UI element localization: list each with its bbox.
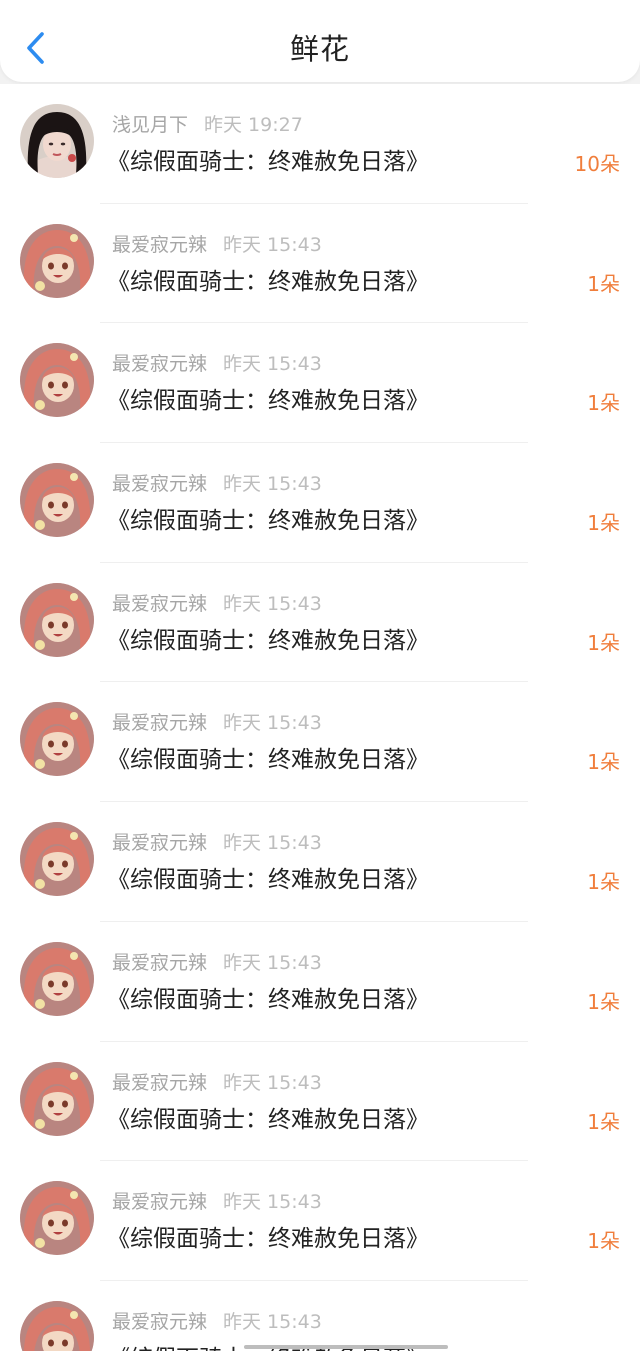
avatar[interactable] [20,104,94,178]
flower-count: 1朵 [587,870,620,895]
username[interactable]: 最爱寂元辣 [112,593,207,615]
list-item[interactable]: 最爱寂元辣昨天 15:43 《综假面骑士：终难赦免日落》 1朵 [0,1161,640,1281]
home-indicator[interactable] [244,1345,448,1349]
item-meta: 最爱寂元辣 昨天 15:43 [112,828,322,855]
username[interactable]: 最爱寂元辣 [112,1191,207,1213]
book-title[interactable]: 《综假面骑士：终难赦免日落》 [107,262,429,296]
timestamp: 昨天 15:43 [223,951,322,974]
item-meta: 最爱寂元辣 昨天 15:43 [112,589,322,616]
list-item[interactable]: 最爱寂元辣昨天 15:43 《综假面骑士：终难赦免日落》 1朵 [0,1281,640,1351]
item-meta: 浅见月下 昨天 19:27 [112,110,303,137]
book-title[interactable]: 《综假面骑士：终难赦免日落》 [107,860,429,894]
book-title[interactable]: 《综假面骑士：终难赦免日落》 [107,381,429,415]
book-title[interactable]: 《综假面骑士：终难赦免日落》 [107,740,429,774]
timestamp: 昨天 15:43 [223,832,322,855]
timestamp: 昨天 15:43 [223,473,322,496]
item-meta: 最爱寂元辣 昨天 15:43 [112,349,322,376]
list-item[interactable]: 浅见月下 昨天 19:27 《综假面骑士：终难赦免日落》 10朵 [0,84,640,204]
item-meta: 最爱寂元辣 昨天 15:43 [112,1307,322,1334]
avatar[interactable] [20,1300,94,1351]
flower-count: 1朵 [587,1229,620,1254]
flower-count: 1朵 [587,271,620,296]
list-item[interactable]: 最爱寂元辣昨天 15:43 《综假面骑士：终难赦免日落》 1朵 [0,922,640,1042]
timestamp: 昨天 15:43 [223,592,322,615]
flower-count: 1朵 [587,989,620,1014]
flower-count: 1朵 [587,630,620,655]
avatar[interactable] [20,941,94,1016]
list-item[interactable]: 最爱寂元辣昨天 15:43 《综假面骑士：终难赦免日落》 1朵 [0,443,640,563]
avatar[interactable] [20,702,94,777]
item-meta: 最爱寂元辣 昨天 15:43 [112,230,322,257]
portrait-avatar [20,104,94,178]
avatar[interactable] [20,1061,94,1136]
item-meta: 最爱寂元辣 昨天 15:43 [112,1187,322,1214]
anime-avatar [20,582,94,657]
username[interactable]: 最爱寂元辣 [112,712,207,734]
book-title[interactable]: 《综假面骑士：终难赦免日落》 [107,1100,429,1134]
anime-avatar [20,702,94,777]
anime-avatar [20,343,94,418]
list-item[interactable]: 最爱寂元辣昨天 15:43 《综假面骑士：终难赦免日落》 1朵 [0,204,640,324]
username[interactable]: 最爱寂元辣 [112,1072,207,1094]
timestamp: 昨天 15:43 [223,233,322,256]
username[interactable]: 最爱寂元辣 [112,1311,207,1333]
list-item[interactable]: 最爱寂元辣昨天 15:43 《综假面骑士：终难赦免日落》 1朵 [0,563,640,683]
anime-avatar [20,1181,94,1256]
list-item[interactable]: 最爱寂元辣昨天 15:43 《综假面骑士：终难赦免日落》 1朵 [0,1042,640,1162]
header-bar: 鲜花 [0,0,640,82]
avatar[interactable] [20,463,94,538]
book-title[interactable]: 《综假面骑士：终难赦免日落》 [107,621,429,655]
username[interactable]: 浅见月下 [112,114,188,136]
timestamp: 昨天 19:27 [204,114,303,136]
flower-list: 浅见月下 昨天 19:27 《综假面骑士：终难赦免日落》 10朵 最爱寂元辣 昨天 … [0,84,640,1351]
flower-count: 1朵 [587,750,620,775]
timestamp: 昨天 15:43 [223,353,322,376]
timestamp: 昨天 15:43 [223,712,322,735]
item-meta: 最爱寂元辣 昨天 15:43 [112,708,322,735]
item-meta: 最爱寂元辣 昨天 15:43 [112,469,322,496]
flower-count: 1朵 [587,391,620,416]
username[interactable]: 最爱寂元辣 [112,952,207,974]
avatar[interactable] [20,343,94,418]
username[interactable]: 最爱寂元辣 [112,832,207,854]
anime-avatar [20,941,94,1016]
book-title[interactable]: 《综假面骑士：终难赦免日落》 [107,1219,429,1253]
anime-avatar [20,822,94,897]
item-meta: 最爱寂元辣 昨天 15:43 [112,948,322,975]
username[interactable]: 最爱寂元辣 [112,473,207,495]
flower-count: 10朵 [574,152,620,176]
page-title: 鲜花 [289,32,350,66]
book-title[interactable]: 《综假面骑士：终难赦免日落》 [107,501,429,535]
list-item[interactable]: 最爱寂元辣昨天 15:43 《综假面骑士：终难赦免日落》 1朵 [0,802,640,922]
timestamp: 昨天 15:43 [223,1310,322,1333]
flower-count: 1朵 [587,511,620,536]
book-title[interactable]: 《综假面骑士：终难赦免日落》 [107,980,429,1014]
anime-avatar [20,1300,94,1351]
username[interactable]: 最爱寂元辣 [112,353,207,375]
flower-count: 1朵 [587,1109,620,1134]
anime-avatar [20,463,94,538]
username[interactable]: 最爱寂元辣 [112,234,207,256]
timestamp: 昨天 15:43 [223,1191,322,1214]
avatar[interactable] [20,582,94,657]
anime-avatar [20,223,94,298]
list-item[interactable]: 最爱寂元辣昨天 15:43 《综假面骑士：终难赦免日落》 1朵 [0,323,640,443]
avatar[interactable] [20,822,94,897]
flower-count: 1朵 [587,1345,620,1351]
item-meta: 最爱寂元辣 昨天 15:43 [112,1068,322,1095]
avatar[interactable] [20,1181,94,1256]
list-item[interactable]: 最爱寂元辣昨天 15:43 《综假面骑士：终难赦免日落》 1朵 [0,682,640,802]
timestamp: 昨天 15:43 [223,1071,322,1094]
anime-avatar [20,1061,94,1136]
book-title[interactable]: 《综假面骑士：终难赦免日落》 [107,142,429,176]
avatar[interactable] [20,223,94,298]
